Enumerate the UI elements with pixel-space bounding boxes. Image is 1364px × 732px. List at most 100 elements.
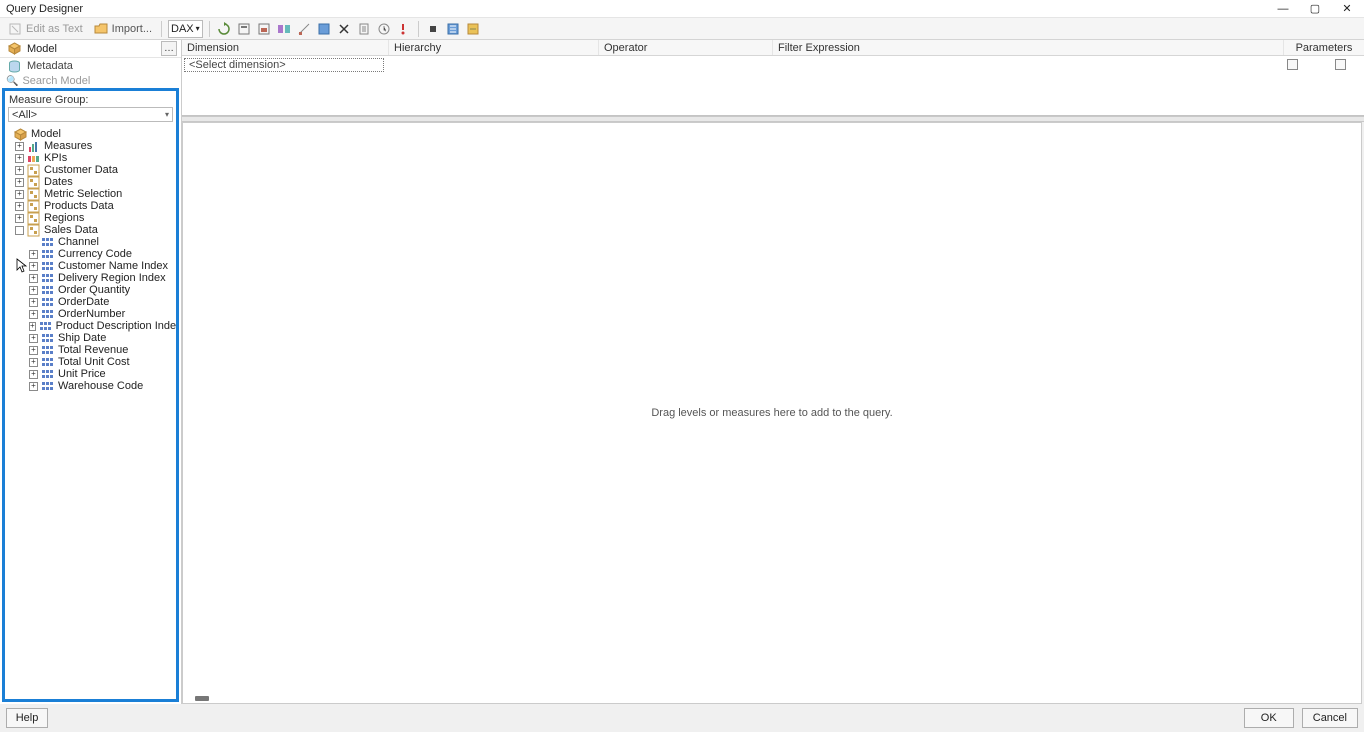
toolbar-icon-10[interactable] <box>425 21 441 37</box>
select-dimension-placeholder[interactable]: <Select dimension> <box>184 58 384 72</box>
expand-icon[interactable]: + <box>29 334 38 343</box>
toolbar-icon-4[interactable] <box>296 21 312 37</box>
canvas-hint: Drag levels or measures here to add to t… <box>651 407 892 419</box>
toolbar-icon-8[interactable] <box>376 21 392 37</box>
tree-attribute[interactable]: + Warehouse Code <box>7 380 176 392</box>
search-row[interactable]: 🔍 Search Model <box>0 74 181 88</box>
expand-icon[interactable]: + <box>15 178 24 187</box>
expand-icon[interactable]: + <box>15 190 24 199</box>
chevron-down-icon: ▾ <box>196 24 200 33</box>
tree-node[interactable]: +KPIs <box>7 152 176 164</box>
expand-icon[interactable]: + <box>15 202 24 211</box>
tree-attribute[interactable]: +Order Quantity <box>7 284 176 296</box>
toolbar-icon-7[interactable] <box>356 21 372 37</box>
expand-icon[interactable]: + <box>15 166 24 175</box>
toolbar-icon-1[interactable] <box>236 21 252 37</box>
metadata-pane: Model … Metadata 🔍 Search Model Measure … <box>0 40 182 704</box>
tree-node[interactable]: +Regions <box>7 212 176 224</box>
expand-icon[interactable]: + <box>29 346 38 355</box>
collapse-icon[interactable] <box>15 226 24 235</box>
tree-node[interactable]: +Dates <box>7 176 176 188</box>
help-label: Help <box>16 712 39 724</box>
cancel-button[interactable]: Cancel <box>1302 708 1358 728</box>
expand-icon[interactable]: + <box>15 142 24 151</box>
expand-icon[interactable]: + <box>29 358 38 367</box>
close-icon[interactable]: ✕ <box>1340 2 1354 15</box>
refresh-icon[interactable] <box>216 21 232 37</box>
checkbox[interactable] <box>1287 59 1298 70</box>
col-parameters: Parameters <box>1284 40 1364 55</box>
tree-attribute-label: Unit Price <box>58 368 106 380</box>
tree-attribute-label: Warehouse Code <box>58 380 143 392</box>
tree-attribute[interactable]: + OrderDate <box>7 296 176 308</box>
metadata-tab[interactable]: Metadata <box>0 58 181 74</box>
tree-node-sales-data[interactable]: Sales Data <box>7 224 176 236</box>
toolbar-icon-11[interactable] <box>445 21 461 37</box>
language-select[interactable]: DAX ▾ <box>168 20 203 38</box>
expand-icon[interactable]: + <box>15 154 24 163</box>
tree-attribute[interactable]: + Total Unit Cost <box>7 356 176 368</box>
tree-attribute[interactable]: + Unit Price <box>7 368 176 380</box>
tree-attribute[interactable]: +Delivery Region Index <box>7 272 176 284</box>
tree-attribute[interactable]: +OrderNumber <box>7 308 176 320</box>
expand-icon[interactable]: + <box>15 214 24 223</box>
ok-button[interactable]: OK <box>1244 708 1294 728</box>
tree-node[interactable]: +Products Data <box>7 200 176 212</box>
expand-icon[interactable]: + <box>29 298 38 307</box>
col-hierarchy: Hierarchy <box>389 40 599 55</box>
edit-as-text-button[interactable]: Edit as Text <box>4 20 86 38</box>
tree-attribute-label: Total Unit Cost <box>58 356 130 368</box>
help-button[interactable]: Help <box>6 708 48 728</box>
cube-browse-button[interactable]: … <box>161 41 177 56</box>
minimize-icon[interactable]: — <box>1276 3 1290 15</box>
tree-node-label: Measures <box>44 140 92 152</box>
tree-attribute[interactable]: + Currency Code <box>7 248 176 260</box>
toolbar-icon-2[interactable] <box>256 21 272 37</box>
tree-attribute-label: Ship Date <box>58 332 106 344</box>
edit-as-text-label: Edit as Text <box>26 23 83 35</box>
tree-node-label: Customer Data <box>44 164 118 176</box>
tree-attribute[interactable]: Channel <box>7 236 176 248</box>
delete-icon[interactable] <box>336 21 352 37</box>
tree-node-label: Sales Data <box>44 224 98 236</box>
toolbar-icon-5[interactable] <box>316 21 332 37</box>
checkbox[interactable] <box>1335 59 1346 70</box>
expand-icon[interactable]: + <box>29 310 38 319</box>
design-pane: Dimension Hierarchy Operator Filter Expr… <box>182 40 1364 704</box>
expand-icon[interactable]: + <box>29 370 38 379</box>
tree-attribute[interactable]: +Total Revenue <box>7 344 176 356</box>
model-tree[interactable]: Model +Measures+KPIs+Customer Data+Dates… <box>5 126 176 699</box>
tree-root[interactable]: Model <box>7 128 176 140</box>
select-dimension-text: <Select dimension> <box>189 59 286 71</box>
toolbar-icon-12[interactable] <box>465 21 481 37</box>
resize-handle[interactable] <box>195 696 209 701</box>
tree-node[interactable]: + Customer Data <box>7 164 176 176</box>
expand-icon[interactable]: + <box>29 322 36 331</box>
tree-attribute-label: OrderDate <box>58 296 109 308</box>
tree-attribute[interactable]: +Product Description Index <box>7 320 176 332</box>
expand-icon[interactable]: + <box>29 262 38 271</box>
expand-icon[interactable]: + <box>29 274 38 283</box>
measure-group-select[interactable]: <All> ▾ <box>8 107 173 122</box>
tree-attribute[interactable]: + Ship Date <box>7 332 176 344</box>
cube-selector[interactable]: Model … <box>0 40 181 58</box>
query-canvas[interactable]: Drag levels or measures here to add to t… <box>182 122 1362 704</box>
tree-attribute[interactable]: +Customer Name Index <box>7 260 176 272</box>
execute-icon[interactable] <box>396 21 412 37</box>
expand-icon[interactable]: + <box>29 286 38 295</box>
expand-icon[interactable]: + <box>29 250 38 259</box>
tree-panel: Measure Group: <All> ▾ Model +Measures+K… <box>2 88 179 702</box>
tree-attribute-label: Channel <box>58 236 99 248</box>
toolbar-icon-3[interactable] <box>276 21 292 37</box>
filter-body[interactable]: <Select dimension> <box>182 56 1364 116</box>
search-placeholder: Search Model <box>22 75 90 87</box>
col-operator: Operator <box>599 40 773 55</box>
import-button[interactable]: Import... <box>90 20 155 38</box>
tree-node[interactable]: + Measures <box>7 140 176 152</box>
maximize-icon[interactable]: ▢ <box>1308 2 1322 15</box>
expand-icon[interactable]: + <box>29 382 38 391</box>
tree-attribute-label: Currency Code <box>58 248 132 260</box>
tree-node[interactable]: +Metric Selection <box>7 188 176 200</box>
edit-icon <box>7 21 23 37</box>
import-label: Import... <box>112 23 152 35</box>
